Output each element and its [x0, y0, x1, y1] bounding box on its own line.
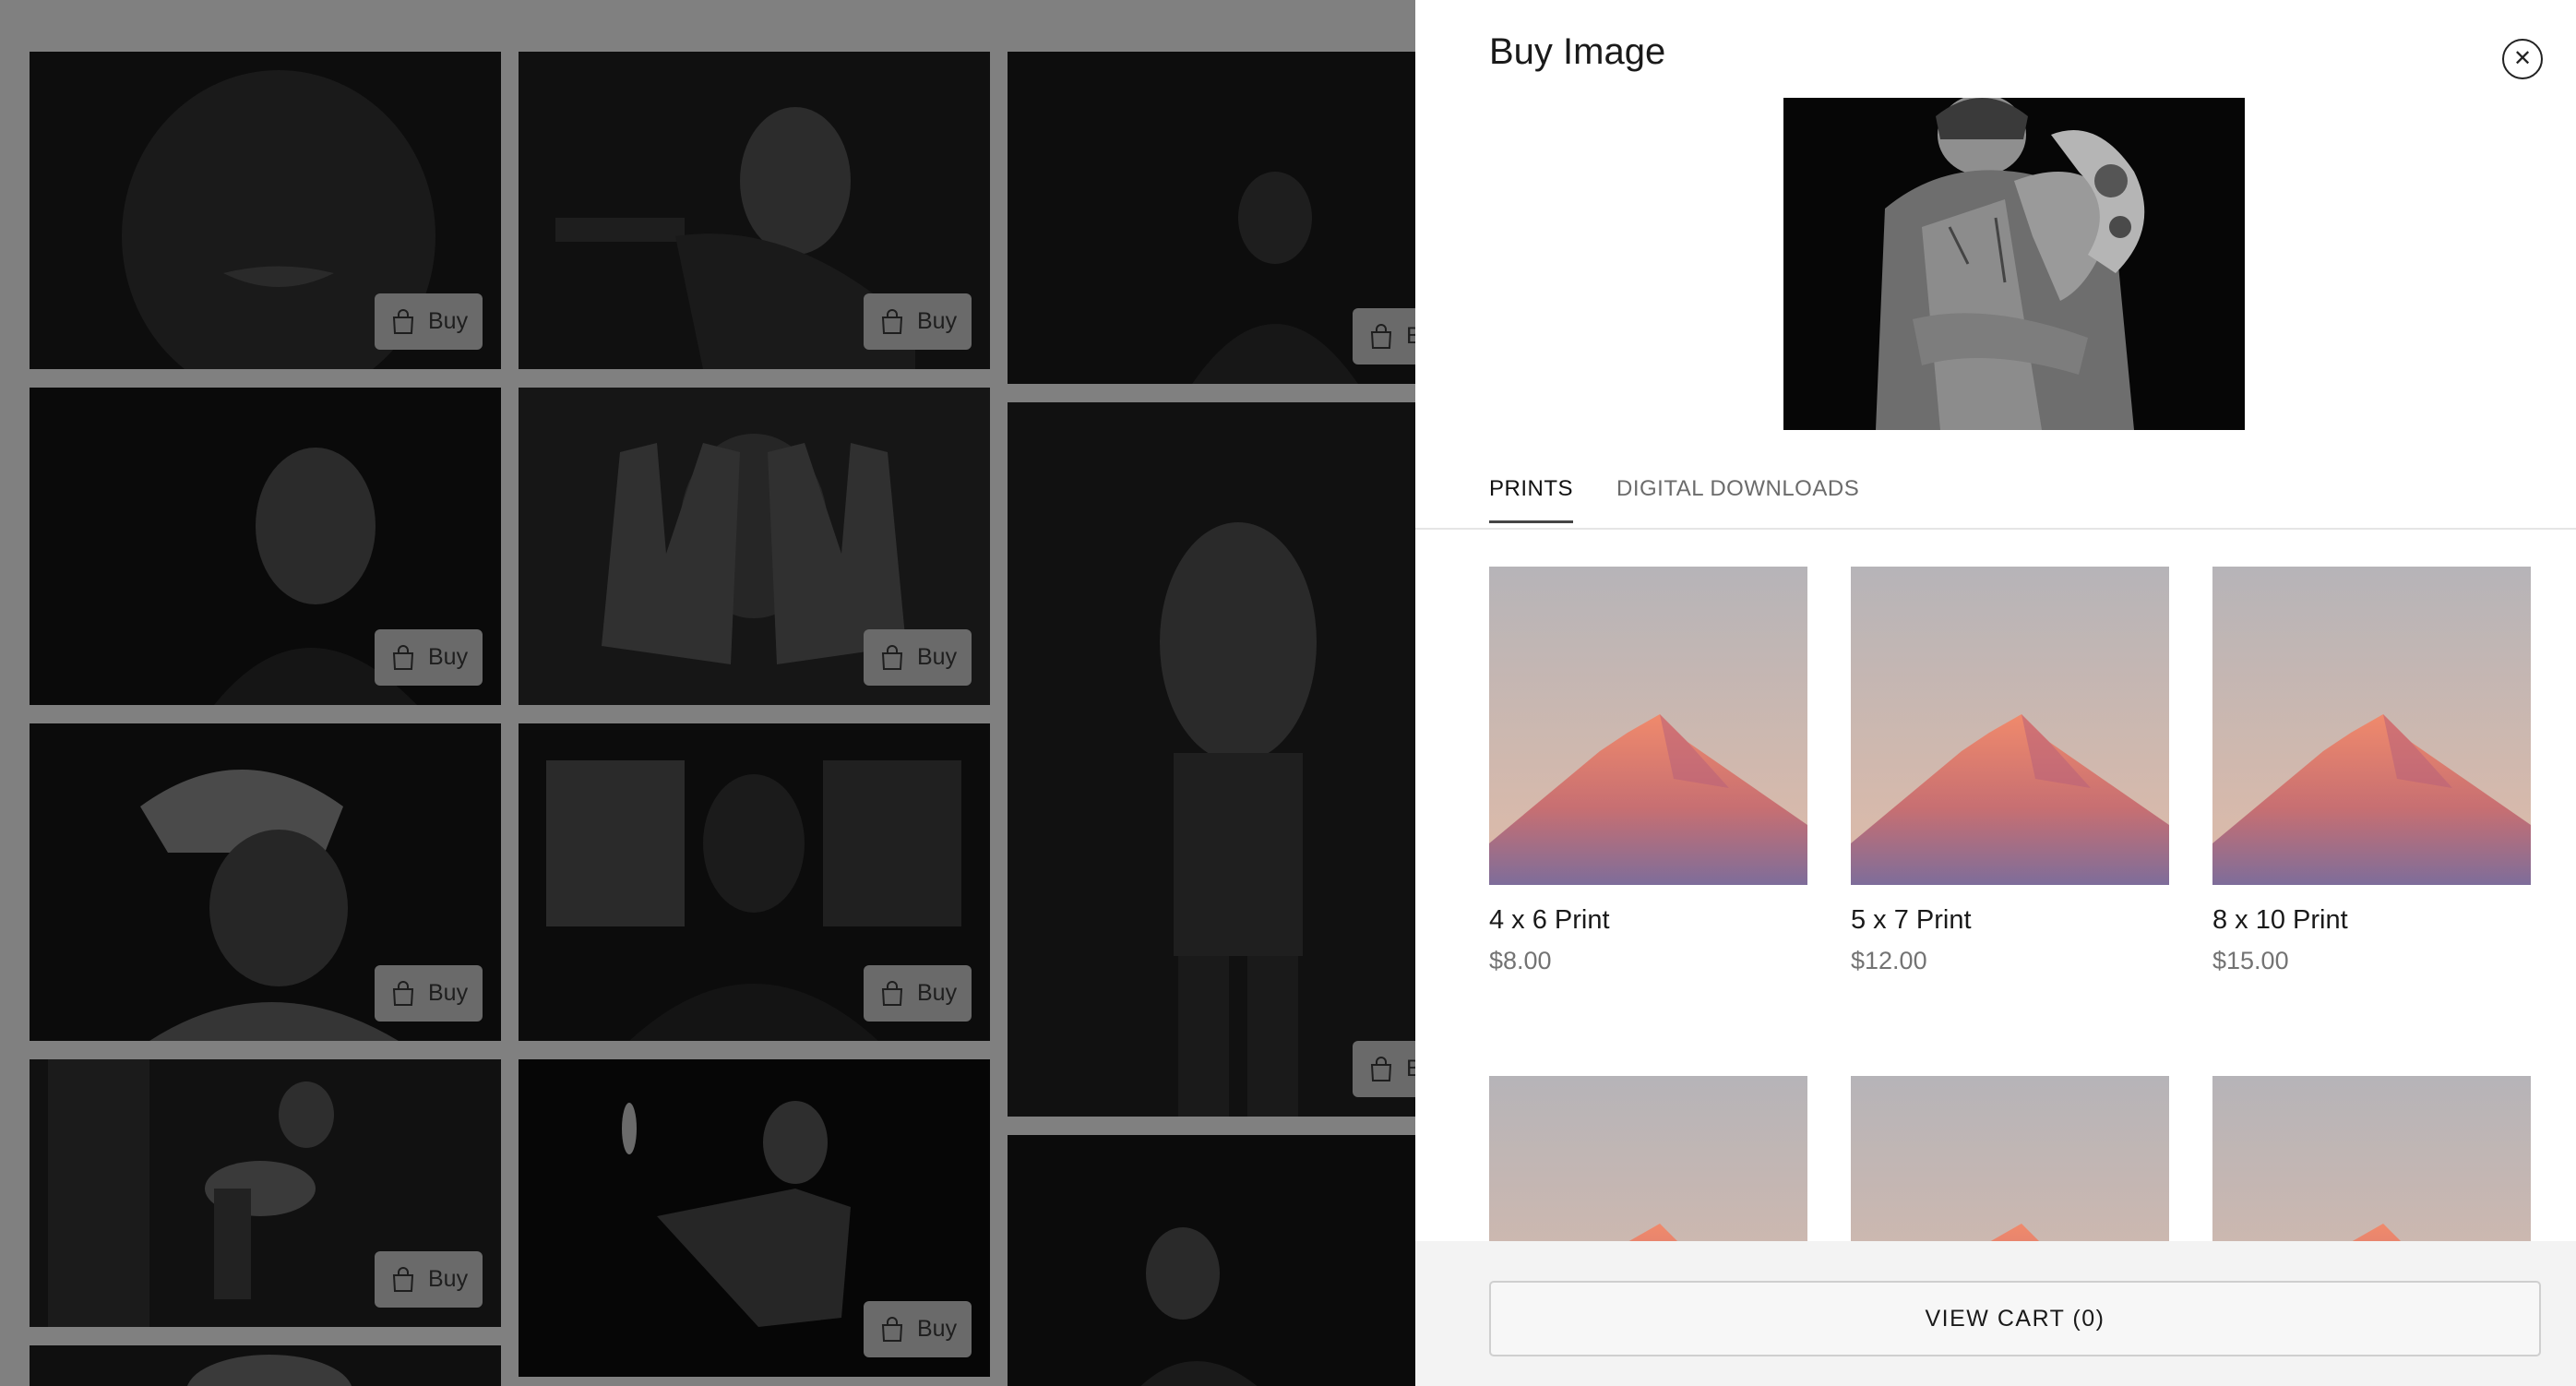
- view-cart-button[interactable]: VIEW CART (0): [1489, 1281, 2541, 1356]
- shopping-bag-icon: [881, 980, 903, 1006]
- product-name: 8 x 10 Print: [2212, 905, 2348, 935]
- buy-button[interactable]: Buy: [375, 293, 483, 350]
- gallery-photo[interactable]: Buy: [519, 1059, 990, 1377]
- buy-button[interactable]: Buy: [864, 1301, 972, 1357]
- shopping-bag-icon: [1370, 1056, 1392, 1081]
- buy-label: Buy: [1406, 323, 1415, 349]
- gallery-photo[interactable]: Buy: [519, 52, 990, 369]
- tab-digital-downloads[interactable]: DIGITAL DOWNLOADS: [1616, 476, 1859, 520]
- gallery-photo[interactable]: Buy: [519, 723, 990, 1041]
- buy-label: Buy: [428, 980, 469, 1006]
- shopping-bag-icon: [881, 308, 903, 334]
- buy-button[interactable]: Buy: [864, 293, 972, 350]
- product-card[interactable]: [1851, 1076, 2169, 1242]
- buy-button[interactable]: Buy: [375, 965, 483, 1022]
- gallery-photo[interactable]: Buy: [1008, 402, 1415, 1117]
- drawer-title: Buy Image: [1489, 31, 1666, 72]
- purchase-tabs: PRINTS DIGITAL DOWNLOADS: [1415, 461, 2576, 530]
- product-thumbnail: [2212, 1076, 2531, 1242]
- gallery-photo[interactable]: Buy: [519, 388, 990, 705]
- product-price: $12.00: [1851, 947, 1927, 974]
- product-thumbnail: [1489, 1076, 1807, 1242]
- gallery-photo[interactable]: [30, 1345, 501, 1386]
- product-card[interactable]: [2212, 1076, 2531, 1242]
- shopping-bag-icon: [1370, 323, 1392, 349]
- close-icon[interactable]: ✕: [2502, 39, 2543, 79]
- photo-gallery: Buy Buy Buy Buy Buy Buy Buy Buy B B: [0, 0, 1415, 1386]
- product-card[interactable]: 4 x 6 Print $8.00: [1489, 567, 1807, 975]
- buy-button[interactable]: Buy: [1353, 308, 1415, 364]
- product-name: 4 x 6 Print: [1489, 905, 1610, 935]
- shopping-bag-icon: [881, 644, 903, 670]
- buy-button[interactable]: Buy: [375, 629, 483, 686]
- buy-button[interactable]: Buy: [864, 629, 972, 686]
- buy-label: Buy: [1406, 1056, 1415, 1081]
- buy-label: Buy: [917, 308, 958, 334]
- buy-label: Buy: [428, 644, 469, 670]
- product-grid: 4 x 6 Print $8.00 5 x 7 Print $12.00 8 x…: [1415, 532, 2576, 1242]
- buy-label: Buy: [917, 980, 958, 1006]
- shopping-bag-icon: [392, 644, 414, 670]
- buy-label: Buy: [428, 1266, 469, 1292]
- tab-prints[interactable]: PRINTS: [1489, 476, 1574, 523]
- image-preview: [1783, 98, 2245, 430]
- buy-label: Buy: [428, 308, 469, 334]
- product-card[interactable]: [1489, 1076, 1807, 1242]
- drawer-footer: VIEW CART (0): [1415, 1241, 2576, 1386]
- gallery-photo[interactable]: Buy: [30, 388, 501, 705]
- gallery-photo[interactable]: [1008, 1135, 1415, 1386]
- product-price: $8.00: [1489, 947, 1552, 974]
- buy-button[interactable]: Buy: [864, 965, 972, 1022]
- product-card[interactable]: 5 x 7 Print $12.00: [1851, 567, 2169, 975]
- gallery-photo[interactable]: Buy: [30, 1059, 501, 1327]
- shopping-bag-icon: [881, 1316, 903, 1342]
- buy-button[interactable]: Buy: [375, 1251, 483, 1308]
- buy-label: Buy: [917, 1316, 958, 1342]
- product-name: 5 x 7 Print: [1851, 905, 1972, 935]
- gallery-photo[interactable]: Buy: [1008, 52, 1415, 384]
- product-price: $15.00: [2212, 947, 2289, 974]
- gallery-photo[interactable]: Buy: [30, 52, 501, 369]
- buy-label: Buy: [917, 644, 958, 670]
- shopping-bag-icon: [392, 308, 414, 334]
- product-card[interactable]: 8 x 10 Print $15.00: [2212, 567, 2531, 975]
- product-thumbnail: [1851, 567, 2169, 885]
- product-thumbnail: [1489, 567, 1807, 885]
- buy-button[interactable]: Buy: [1353, 1041, 1415, 1097]
- product-thumbnail: [1851, 1076, 2169, 1242]
- gallery-photo[interactable]: Buy: [30, 723, 501, 1041]
- buy-image-drawer: Buy Image ✕ PRINTS DIGITAL DOWNLOADS 4 x…: [1415, 0, 2576, 1386]
- shopping-bag-icon: [392, 1266, 414, 1292]
- product-thumbnail: [2212, 567, 2531, 885]
- shopping-bag-icon: [392, 980, 414, 1006]
